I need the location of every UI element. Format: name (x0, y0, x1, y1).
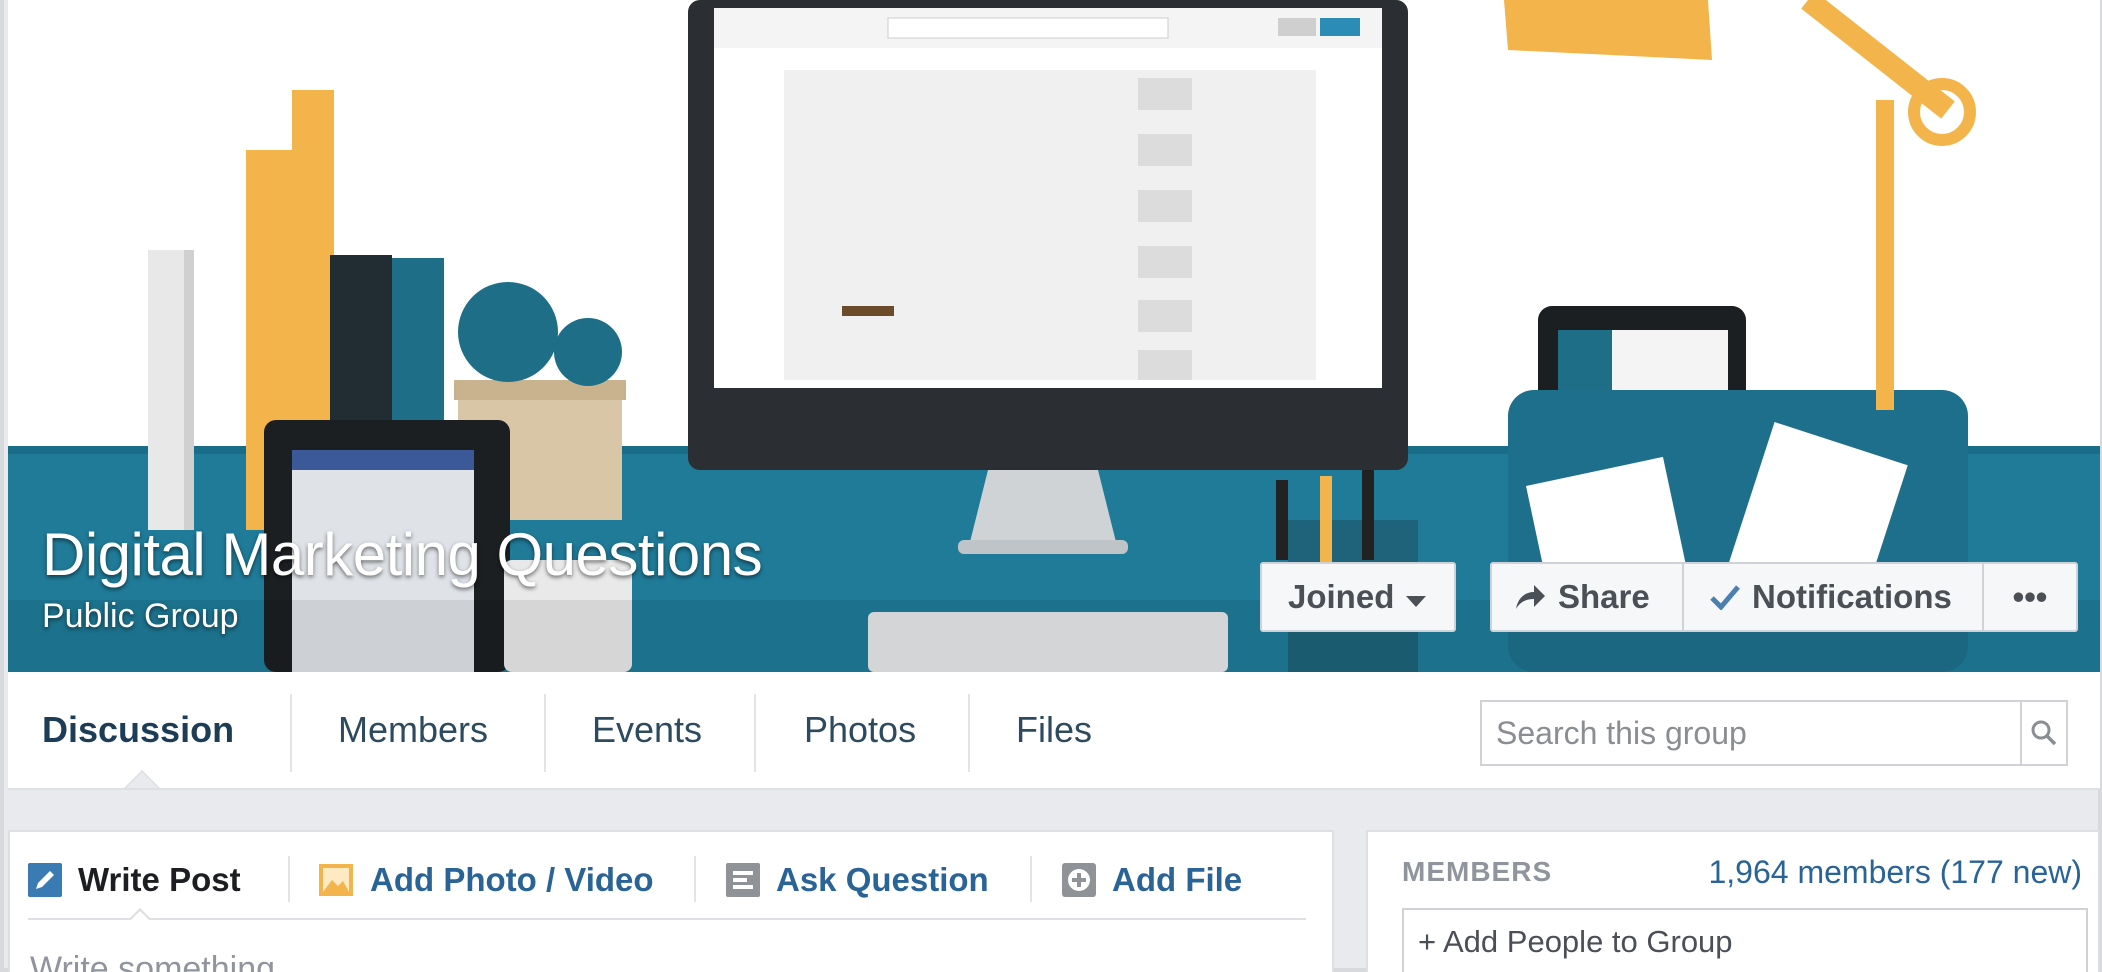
composer-divider (288, 856, 290, 902)
share-button[interactable]: Share (1492, 564, 1684, 630)
tab-members[interactable]: Members (338, 672, 488, 788)
tab-divider (290, 694, 292, 772)
tab-divider (968, 694, 970, 772)
composer-divider-line (28, 918, 1306, 920)
composer-divider (1030, 856, 1032, 902)
add-photo-video-tab[interactable]: Add Photo / Video (318, 850, 654, 910)
group-title[interactable]: Digital Marketing Questions (42, 520, 763, 589)
tab-photos[interactable]: Photos (804, 672, 916, 788)
tab-divider (754, 694, 756, 772)
checkmark-icon (1710, 585, 1740, 610)
add-people-input[interactable]: + Add People to Group (1402, 908, 2088, 972)
joined-button[interactable]: Joined (1260, 562, 1456, 632)
ask-question-tab[interactable]: Ask Question (726, 850, 989, 910)
search-icon (2031, 720, 2057, 746)
share-arrow-icon (1516, 585, 1545, 609)
write-post-tab[interactable]: Write Post (28, 850, 241, 910)
search-button[interactable] (2020, 702, 2066, 764)
notifications-label: Notifications (1752, 578, 1952, 615)
cover-photo: Digital Marketing Questions Public Group… (8, 0, 2100, 672)
tab-events[interactable]: Events (592, 672, 702, 788)
question-list-icon (726, 863, 760, 897)
add-file-tab[interactable]: Add File (1062, 850, 1242, 910)
group-privacy-label: Public Group (42, 597, 239, 635)
group-actions: Share Notifications ••• (1490, 562, 2078, 632)
post-text-input[interactable]: Write something... (30, 950, 303, 972)
add-file-label: Add File (1112, 861, 1243, 898)
caret-down-icon (1406, 595, 1427, 607)
members-count-link[interactable]: 1,964 members (177 new) (1708, 854, 2082, 891)
ask-question-label: Ask Question (776, 861, 989, 898)
add-photo-video-label: Add Photo / Video (370, 861, 654, 898)
post-composer: Write Post Add Photo / Video Ask Questio… (8, 830, 1334, 972)
photo-icon (318, 863, 354, 897)
group-search (1480, 700, 2068, 766)
members-heading: MEMBERS (1402, 856, 1553, 887)
joined-label: Joined (1288, 578, 1395, 615)
write-post-label: Write Post (78, 861, 241, 898)
members-card: MEMBERS 1,964 members (177 new) + Add Pe… (1366, 830, 2100, 972)
composer-divider (694, 856, 696, 902)
share-label: Share (1558, 578, 1650, 615)
group-nav-bar: Discussion Members Events Photos Files (8, 672, 2100, 790)
search-input[interactable] (1482, 702, 2020, 764)
more-dots-icon: ••• (2012, 578, 2048, 615)
active-tab-indicator-fill (126, 772, 158, 788)
pencil-icon (28, 863, 62, 897)
add-file-icon (1062, 863, 1096, 897)
group-page: Digital Marketing Questions Public Group… (0, 0, 2102, 972)
more-options-button[interactable]: ••• (1984, 564, 2076, 630)
tab-divider (544, 694, 546, 772)
notifications-button[interactable]: Notifications (1684, 564, 1984, 630)
active-composer-indicator-fill (130, 911, 150, 921)
tab-files[interactable]: Files (1016, 672, 1092, 788)
